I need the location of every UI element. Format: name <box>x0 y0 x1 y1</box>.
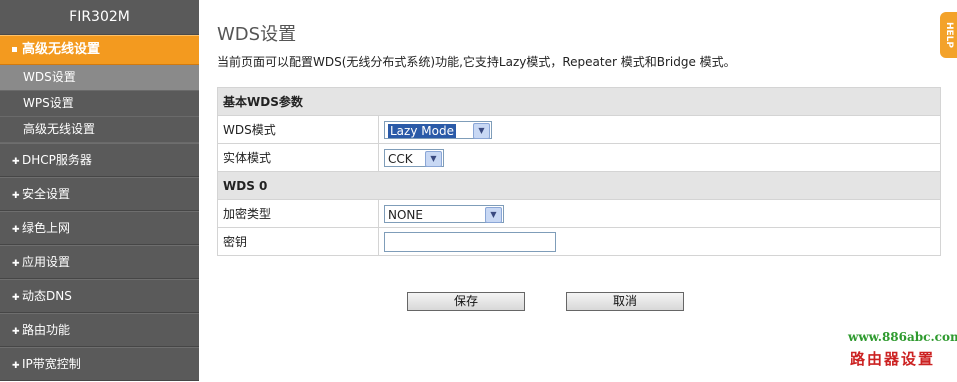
plus-icon: ✚ <box>12 293 20 303</box>
nav-item-security[interactable]: ✚ 安全设置 <box>0 177 199 211</box>
nav-section-advanced-wireless[interactable]: 高级无线设置 <box>0 35 199 65</box>
plus-icon: ✚ <box>12 327 20 337</box>
model-name: FIR302M <box>0 0 199 35</box>
encryption-type-value: NONE <box>388 207 423 222</box>
nav-item-green-internet[interactable]: ✚ 绿色上网 <box>0 211 199 245</box>
wds-mode-value: Lazy Mode <box>388 123 456 138</box>
section-header-basic: 基本WDS参数 <box>217 87 941 116</box>
nav-label: 动态DNS <box>22 289 72 303</box>
key-label: 密钥 <box>217 227 379 256</box>
nav-label: 应用设置 <box>22 255 71 269</box>
key-input[interactable] <box>384 231 556 252</box>
nav-item-ddns[interactable]: ✚ 动态DNS <box>0 279 199 313</box>
nav-item-application[interactable]: ✚ 应用设置 <box>0 245 199 279</box>
chevron-down-icon: ▼ <box>473 122 490 139</box>
page-description: 当前页面可以配置WDS(无线分布式系统)功能,它支持Lazy模式，Repeate… <box>217 55 736 69</box>
nav-label: IP带宽控制 <box>22 357 81 371</box>
plus-icon: ✚ <box>12 259 20 269</box>
nav-label: 路由功能 <box>22 323 71 337</box>
nav-section-label: 高级无线设置 <box>22 42 101 57</box>
watermark-text: 路由器设置 <box>850 350 936 368</box>
phy-mode-select[interactable]: CCK ▼ <box>384 148 444 167</box>
cancel-button[interactable]: 取消 <box>566 292 684 311</box>
save-button[interactable]: 保存 <box>407 292 525 311</box>
phy-mode-value: CCK <box>388 151 413 166</box>
phy-mode-label: 实体模式 <box>217 143 379 172</box>
sidebar: FIR302M 高级无线设置 WDS设置 WPS设置 高级无线设置 ✚ DHCP服… <box>0 0 199 381</box>
bullet-icon <box>12 47 17 52</box>
nav-label: 绿色上网 <box>22 221 71 235</box>
sub-item-wds[interactable]: WDS设置 <box>0 65 199 91</box>
nav-item-dhcp[interactable]: ✚ DHCP服务器 <box>0 143 199 177</box>
plus-icon: ✚ <box>12 361 20 371</box>
chevron-down-icon: ▼ <box>485 206 502 223</box>
chevron-down-icon: ▼ <box>425 150 442 167</box>
wds-mode-select[interactable]: Lazy Mode ▼ <box>384 120 492 139</box>
encryption-type-label: 加密类型 <box>217 199 379 228</box>
plus-icon: ✚ <box>12 225 20 235</box>
help-tab[interactable]: HELP <box>940 12 957 58</box>
plus-icon: ✚ <box>12 191 20 201</box>
watermark-url: www.886abc.com <box>848 330 957 344</box>
nav-label: DHCP服务器 <box>22 153 92 167</box>
sub-item-wps[interactable]: WPS设置 <box>0 91 199 117</box>
encryption-type-select[interactable]: NONE ▼ <box>384 204 504 223</box>
nav-item-routing[interactable]: ✚ 路由功能 <box>0 313 199 347</box>
wds-settings-table: 基本WDS参数 WDS模式 Lazy Mode ▼ 实体模式 CCK ▼ WDS 0… <box>217 87 941 256</box>
wds-mode-label: WDS模式 <box>217 115 379 144</box>
section-header-wds0: WDS 0 <box>217 171 941 200</box>
page-title: WDS设置 <box>217 24 297 45</box>
plus-icon: ✚ <box>12 157 20 167</box>
nav-label: 安全设置 <box>22 187 71 201</box>
sub-item-advanced-wireless[interactable]: 高级无线设置 <box>0 117 199 143</box>
nav-item-bandwidth[interactable]: ✚ IP带宽控制 <box>0 347 199 381</box>
